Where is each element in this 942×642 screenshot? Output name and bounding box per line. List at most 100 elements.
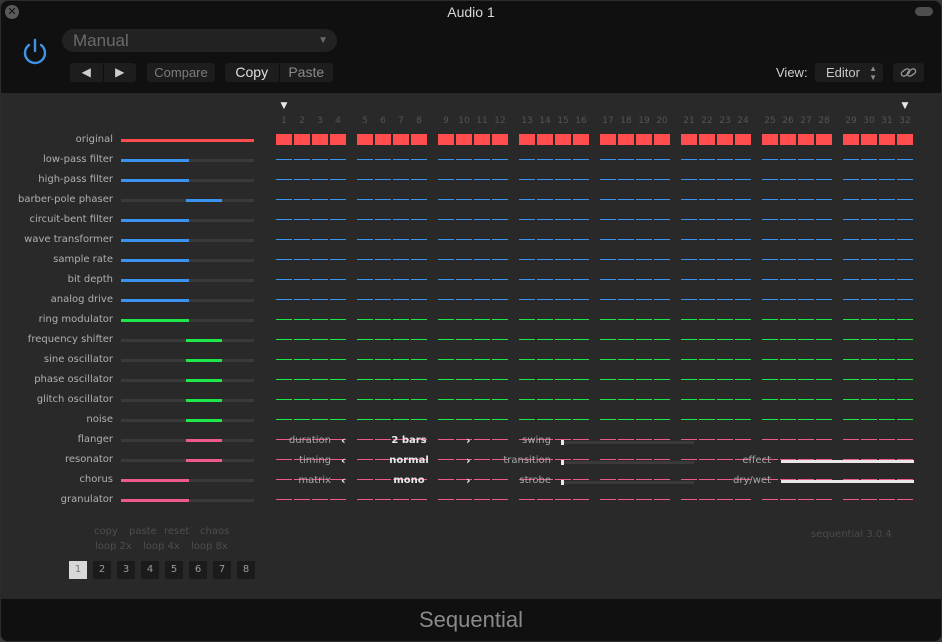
step-cell-off[interactable]	[555, 259, 571, 260]
step-cell-off[interactable]	[636, 319, 652, 320]
step-cell-off[interactable]	[681, 399, 697, 400]
step-cell-off[interactable]	[276, 419, 292, 420]
step-cell-off[interactable]	[357, 339, 373, 340]
step-cell-off[interactable]	[492, 359, 508, 360]
step-cell-off[interactable]	[618, 219, 634, 220]
step-cell-off[interactable]	[654, 359, 670, 360]
step-cell-off[interactable]	[276, 279, 292, 280]
step-cell-off[interactable]	[294, 279, 310, 280]
step-cell-off[interactable]	[276, 399, 292, 400]
effect-range-slider[interactable]	[121, 379, 254, 382]
step-cell-off[interactable]	[312, 199, 328, 200]
step-cell-off[interactable]	[879, 299, 895, 300]
step-cell-off[interactable]	[474, 279, 490, 280]
step-cell-off[interactable]	[312, 379, 328, 380]
step-cell-off[interactable]	[294, 319, 310, 320]
step-cell-off[interactable]	[600, 479, 616, 480]
step-cell-on[interactable]	[357, 134, 373, 145]
step-cell-on[interactable]	[537, 134, 553, 145]
step-cell-off[interactable]	[474, 399, 490, 400]
step-cell-off[interactable]	[798, 359, 814, 360]
step-cell-off[interactable]	[798, 499, 814, 500]
step-cell-off[interactable]	[879, 279, 895, 280]
pattern-button[interactable]: 6	[189, 561, 207, 579]
step-cell-off[interactable]	[600, 439, 616, 440]
step-cell-off[interactable]	[438, 219, 454, 220]
step-cell-off[interactable]	[798, 399, 814, 400]
step-cell-off[interactable]	[717, 259, 733, 260]
step-cell-off[interactable]	[276, 339, 292, 340]
step-cell-off[interactable]	[861, 279, 877, 280]
step-cell-off[interactable]	[492, 339, 508, 340]
step-cell-off[interactable]	[897, 399, 913, 400]
power-icon[interactable]	[19, 36, 51, 68]
step-cell-off[interactable]	[699, 259, 715, 260]
step-cell-off[interactable]	[438, 259, 454, 260]
step-cell-off[interactable]	[798, 419, 814, 420]
step-cell-off[interactable]	[861, 299, 877, 300]
step-cell-off[interactable]	[681, 279, 697, 280]
step-cell-off[interactable]	[717, 279, 733, 280]
toolbar-toggle-button[interactable]	[915, 7, 933, 16]
step-cell-off[interactable]	[762, 319, 778, 320]
step-cell-off[interactable]	[699, 199, 715, 200]
step-cell-off[interactable]	[843, 199, 859, 200]
step-cell-off[interactable]	[393, 279, 409, 280]
step-cell-off[interactable]	[330, 259, 346, 260]
step-cell-off[interactable]	[735, 179, 751, 180]
step-cell-off[interactable]	[474, 219, 490, 220]
step-cell-off[interactable]	[699, 439, 715, 440]
step-cell-off[interactable]	[573, 219, 589, 220]
step-cell-off[interactable]	[294, 339, 310, 340]
step-cell-off[interactable]	[573, 479, 589, 480]
step-cell-off[interactable]	[861, 239, 877, 240]
step-cell-off[interactable]	[456, 419, 472, 420]
step-cell-off[interactable]	[879, 439, 895, 440]
step-cell-off[interactable]	[375, 419, 391, 420]
step-cell-off[interactable]	[636, 299, 652, 300]
step-cell-off[interactable]	[312, 399, 328, 400]
chaos-button[interactable]: chaos	[200, 526, 229, 537]
step-cell-off[interactable]	[330, 499, 346, 500]
step-cell-off[interactable]	[375, 279, 391, 280]
step-cell-off[interactable]	[555, 339, 571, 340]
step-cell-off[interactable]	[681, 419, 697, 420]
step-cell-off[interactable]	[456, 379, 472, 380]
step-cell-off[interactable]	[519, 339, 535, 340]
compare-button[interactable]: Compare	[147, 63, 215, 82]
pattern-button[interactable]: 7	[213, 561, 231, 579]
step-cell-off[interactable]	[843, 159, 859, 160]
effect-range-slider[interactable]	[121, 339, 254, 342]
step-cell-off[interactable]	[294, 379, 310, 380]
pattern-button[interactable]: 1	[69, 561, 87, 579]
step-cell-off[interactable]	[717, 199, 733, 200]
next-preset-button[interactable]: ▶	[104, 63, 137, 82]
step-cell-off[interactable]	[843, 179, 859, 180]
swing-slider[interactable]	[561, 440, 694, 445]
step-cell-off[interactable]	[393, 299, 409, 300]
step-cell-off[interactable]	[375, 239, 391, 240]
step-cell-off[interactable]	[780, 299, 796, 300]
step-cell-off[interactable]	[618, 179, 634, 180]
step-cell-on[interactable]	[600, 134, 616, 145]
step-cell-off[interactable]	[573, 279, 589, 280]
effect-range-slider[interactable]	[121, 439, 254, 442]
step-cell-off[interactable]	[897, 499, 913, 500]
step-cell-on[interactable]	[573, 134, 589, 145]
step-cell-off[interactable]	[681, 439, 697, 440]
step-cell-off[interactable]	[330, 159, 346, 160]
step-cell-off[interactable]	[735, 319, 751, 320]
step-cell-off[interactable]	[762, 279, 778, 280]
step-cell-off[interactable]	[411, 219, 427, 220]
step-cell-off[interactable]	[618, 379, 634, 380]
step-cell-off[interactable]	[798, 239, 814, 240]
step-cell-off[interactable]	[600, 339, 616, 340]
step-cell-off[interactable]	[879, 179, 895, 180]
step-cell-off[interactable]	[393, 419, 409, 420]
effect-range-fill[interactable]	[121, 319, 189, 322]
step-cell-off[interactable]	[780, 339, 796, 340]
step-cell-off[interactable]	[474, 239, 490, 240]
step-cell-off[interactable]	[780, 199, 796, 200]
step-cell-off[interactable]	[897, 319, 913, 320]
step-cell-on[interactable]	[474, 134, 490, 145]
